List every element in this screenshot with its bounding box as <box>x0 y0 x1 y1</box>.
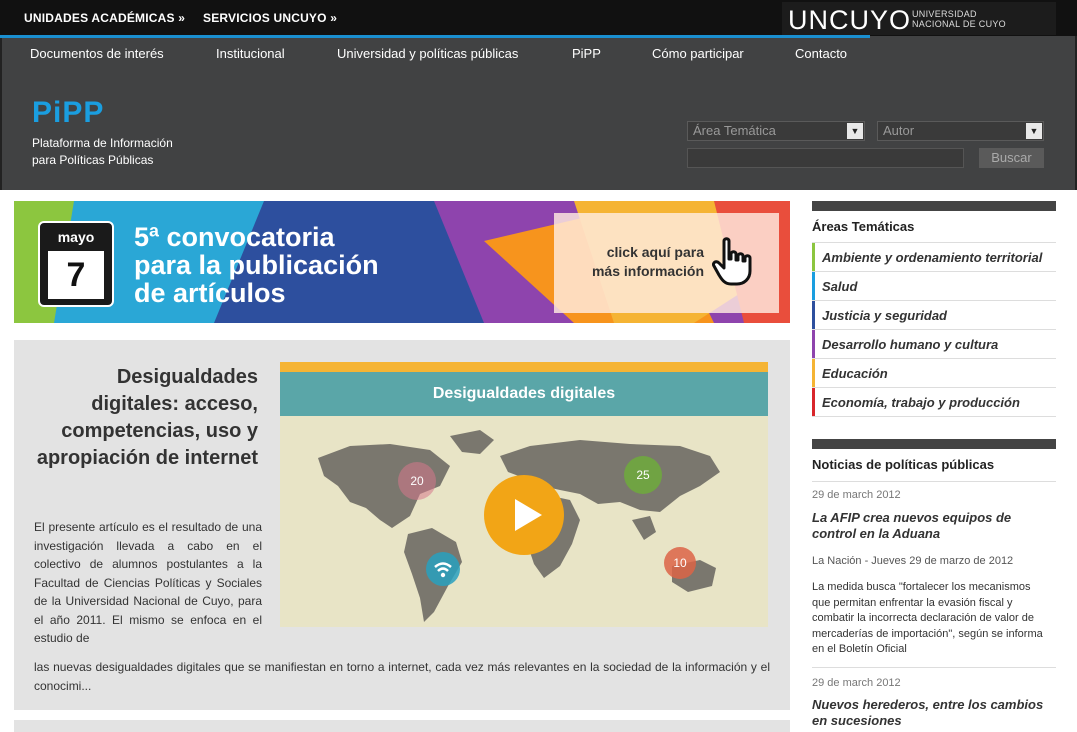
date-calendar-icon: mayo 7 <box>38 221 114 307</box>
click-text: click aquí para más información <box>591 244 704 279</box>
play-video-button[interactable] <box>484 475 564 555</box>
area-item-salud[interactable]: Salud <box>812 272 1056 301</box>
stat-bubble-20: 20 <box>398 462 436 500</box>
news-separator <box>812 667 1056 668</box>
news-date: 29 de march 2012 <box>812 489 901 501</box>
sidebar-divider-news <box>812 439 1056 449</box>
mas-informacion-button[interactable]: click aquí para más información <box>554 213 779 313</box>
uncuyo-brand: UNCUYO <box>788 5 912 35</box>
chevron-down-icon: ▼ <box>1026 123 1042 139</box>
chevron-down-icon: ▼ <box>847 123 863 139</box>
next-article-card <box>14 720 790 732</box>
area-item-justicia[interactable]: Justicia y seguridad <box>812 301 1056 330</box>
site-tagline: Plataforma de Información para Políticas … <box>32 136 173 167</box>
area-color-bar <box>812 272 815 300</box>
nav-universidad-politicas[interactable]: Universidad y políticas públicas <box>337 46 518 61</box>
pointer-hand-icon <box>712 237 752 286</box>
sidebar-divider-areas <box>812 201 1056 211</box>
servicios-uncuyo-link[interactable]: SERVICIOS UNCUYO » <box>203 11 337 25</box>
banner-month: mayo <box>57 229 95 245</box>
area-tematica-select[interactable]: Área Temática ▼ <box>687 121 865 141</box>
news-date: 29 de march 2012 <box>812 677 901 689</box>
stat-bubble-10: 10 <box>664 547 696 579</box>
image-accent-stripe <box>280 362 768 372</box>
search-button[interactable]: Buscar <box>979 148 1044 168</box>
top-bar: UNIDADES ACADÉMICAS » SERVICIOS UNCUYO »… <box>0 0 1077 36</box>
nav-institucional[interactable]: Institucional <box>216 46 285 61</box>
stat-bubble-25: 25 <box>624 456 662 494</box>
pipp-logo[interactable]: PiPP <box>32 96 104 130</box>
nav-como-participar[interactable]: Cómo participar <box>652 46 744 61</box>
page: UNIDADES ACADÉMICAS » SERVICIOS UNCUYO »… <box>0 0 1077 732</box>
uncuyo-logo[interactable]: UNCUYO UNIVERSIDAD NACIONAL DE CUYO <box>782 2 1056 35</box>
area-color-bar <box>812 388 815 416</box>
article-summary: El presente artículo es el resultado de … <box>34 520 262 645</box>
site-header: Documentos de interés Institucional Univ… <box>0 36 1077 190</box>
featured-article: Desigualdades digitales: acceso, compete… <box>14 340 790 710</box>
area-item-educacion[interactable]: Educación <box>812 359 1056 388</box>
area-color-bar <box>812 330 815 358</box>
uncuyo-brand-subtitle: UNIVERSIDAD NACIONAL DE CUYO <box>912 9 1006 29</box>
nav-pipp[interactable]: PiPP <box>572 46 601 61</box>
image-title: Desigualdades digitales <box>280 372 768 416</box>
wifi-icon <box>426 552 460 586</box>
convocatoria-banner[interactable]: mayo 7 5ª convocatoria para la publicaci… <box>14 201 790 323</box>
news-source: La Nación - Jueves 29 de marzo de 2012 <box>812 555 1014 567</box>
area-item-desarrollo[interactable]: Desarrollo humano y cultura <box>812 330 1056 359</box>
header-accent-line <box>0 35 870 38</box>
nav-contacto[interactable]: Contacto <box>795 46 847 61</box>
article-title[interactable]: Desigualdades digitales: acceso, compete… <box>32 364 258 472</box>
article-summary-continued: las nuevas desigualdades digitales que s… <box>34 660 770 693</box>
unidades-academicas-link[interactable]: UNIDADES ACADÉMICAS » <box>24 11 185 25</box>
area-color-bar <box>812 301 815 329</box>
play-icon <box>515 499 542 531</box>
news-heading-underline <box>812 481 1056 482</box>
areas-heading: Áreas Temáticas <box>812 219 915 234</box>
search-input[interactable] <box>687 148 964 168</box>
area-item-economia[interactable]: Economía, trabajo y producción <box>812 388 1056 417</box>
news-heading: Noticias de políticas públicas <box>812 457 995 472</box>
article-image[interactable]: Desigualdades digitales 20 25 10 <box>280 362 768 627</box>
area-color-bar <box>812 359 815 387</box>
area-item-ambiente[interactable]: Ambiente y ordenamiento territorial <box>812 243 1056 272</box>
banner-day: 7 <box>48 251 104 299</box>
news-excerpt: La medida busca "fortalecer los mecanism… <box>812 581 1043 655</box>
autor-select[interactable]: Autor ▼ <box>877 121 1044 141</box>
news-title-link[interactable]: Nuevos herederos, entre los cambios en s… <box>812 697 1052 729</box>
area-color-bar <box>812 243 815 271</box>
nav-documentos[interactable]: Documentos de interés <box>30 46 164 61</box>
banner-title: 5ª convocatoria para la publicación de a… <box>134 222 379 308</box>
news-title-link[interactable]: La AFIP crea nuevos equipos de control e… <box>812 510 1052 542</box>
